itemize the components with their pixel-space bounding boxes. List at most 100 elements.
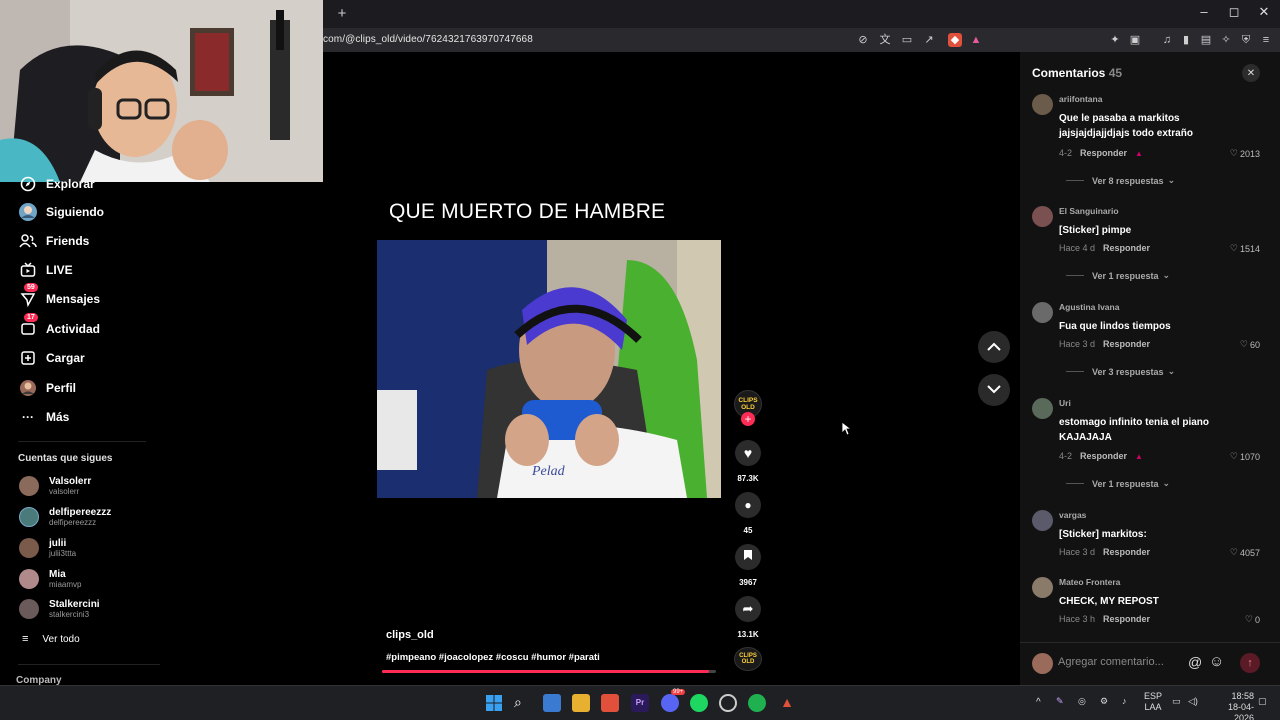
sidebar-item-explorar[interactable]: Explorar xyxy=(18,172,95,196)
url-text[interactable]: com/@clips_old/video/7624321763970747668 xyxy=(323,34,533,45)
reader-icon[interactable]: ▭ xyxy=(900,33,914,47)
share-icon[interactable]: ↗ xyxy=(922,33,936,47)
video-hashtags[interactable]: #pimpeano #joacolopez #coscu #humor #par… xyxy=(386,652,600,663)
sidebar-item-cargar[interactable]: Cargar xyxy=(18,346,85,370)
comment-like-button[interactable]: ♡ 2013 xyxy=(1230,148,1260,159)
brave-browser-icon[interactable] xyxy=(601,694,619,712)
comment-username[interactable]: Agustina Ivana xyxy=(1059,302,1119,312)
previous-video-button[interactable] xyxy=(978,331,1010,363)
comment-button[interactable]: ● xyxy=(735,492,761,518)
see-all-button[interactable]: ≡ Ver todo xyxy=(22,633,80,645)
followed-account[interactable]: julii julii3ttta xyxy=(19,534,76,562)
sidebar-toggle-icon[interactable]: ▮ xyxy=(1179,33,1193,47)
reply-button[interactable]: Responder xyxy=(1103,243,1150,253)
screenshot-icon[interactable]: ▣ xyxy=(1128,33,1142,47)
comment-like-button[interactable]: ♡ 4057 xyxy=(1230,547,1260,558)
menu-icon[interactable]: ≡ xyxy=(1259,33,1273,47)
vpn-icon[interactable]: ⛨ xyxy=(1239,33,1253,47)
reply-button[interactable]: Responder xyxy=(1080,148,1127,158)
leo-icon[interactable]: ✧ xyxy=(1219,33,1233,47)
comment-username[interactable]: Mateo Frontera xyxy=(1059,577,1120,587)
sidebar-item-mas[interactable]: ··· Más xyxy=(18,405,69,429)
network-icon[interactable]: ▭ xyxy=(1172,696,1181,707)
reply-button[interactable]: Responder xyxy=(1103,614,1150,624)
comment-username[interactable]: Uri xyxy=(1059,398,1071,408)
sound-disc-logo[interactable]: CLIPS OLD xyxy=(734,647,762,671)
view-replies-button[interactable]: Ver 8 respuestas ⌄ xyxy=(1066,175,1175,186)
avatar[interactable] xyxy=(1032,577,1053,598)
sidebar-item-actividad[interactable]: 17 Actividad xyxy=(18,313,100,341)
spotify-icon[interactable] xyxy=(690,694,708,712)
sidebar-item-perfil[interactable]: Perfil xyxy=(18,376,76,400)
sidebar-item-friends[interactable]: Friends xyxy=(18,229,89,253)
music-icon[interactable]: ♫ xyxy=(1160,33,1174,47)
share-button[interactable]: ➦ xyxy=(735,596,761,622)
notifications-icon[interactable]: ▢ xyxy=(1258,696,1267,707)
obs-icon[interactable] xyxy=(719,694,737,712)
sidebar-item-mensajes[interactable]: 59 Mensajes xyxy=(18,283,100,311)
clock[interactable]: 18:58 18-04-2026 xyxy=(1210,691,1254,720)
comment-username[interactable]: vargas xyxy=(1059,510,1086,520)
avatar[interactable] xyxy=(1032,302,1053,323)
view-replies-button[interactable]: Ver 1 respuesta ⌄ xyxy=(1066,478,1170,489)
comment-like-button[interactable]: ♡ 1070 xyxy=(1230,451,1260,462)
wallet-icon[interactable]: ▤ xyxy=(1199,33,1213,47)
comment-like-button[interactable]: ♡ 0 xyxy=(1245,614,1260,625)
followed-account[interactable]: Valsolerr valsolerr xyxy=(19,472,91,500)
translate-icon[interactable]: 文 xyxy=(878,33,892,47)
sidebar-item-siguiendo[interactable]: Siguiendo xyxy=(18,200,104,224)
avatar[interactable] xyxy=(1032,94,1053,115)
language-indicator[interactable]: ESP LAA xyxy=(1144,691,1162,713)
close-window-button[interactable]: ✕ xyxy=(1252,4,1276,20)
tray-pen-icon[interactable]: ✎ xyxy=(1056,696,1064,707)
reply-button[interactable]: Responder xyxy=(1080,451,1127,461)
like-button[interactable]: ♥ xyxy=(735,440,761,466)
reply-button[interactable]: Responder xyxy=(1103,547,1150,557)
avatar[interactable] xyxy=(1032,206,1053,227)
windows-start-icon[interactable] xyxy=(485,694,503,712)
brave-rewards-icon[interactable]: ▲ xyxy=(969,33,983,47)
eye-off-icon[interactable]: ⊘ xyxy=(856,33,870,47)
volume-icon[interactable]: ◁) xyxy=(1188,696,1198,707)
followed-account[interactable]: Stalkercini stalkercini3 xyxy=(19,595,100,623)
next-video-button[interactable] xyxy=(978,374,1010,406)
headset-icon[interactable]: ◎ xyxy=(1078,696,1086,707)
app-icon[interactable] xyxy=(748,694,766,712)
logo-text: CLIPS xyxy=(738,397,758,404)
tray-overflow-icon[interactable]: ^ xyxy=(1036,697,1041,708)
maximize-button[interactable]: ◻ xyxy=(1222,4,1246,20)
avatar[interactable] xyxy=(1032,510,1053,531)
sidebar-item-live[interactable]: LIVE xyxy=(18,258,73,282)
warning-app-icon[interactable]: ▲ xyxy=(778,694,796,712)
premiere-icon[interactable]: Pr xyxy=(631,694,649,712)
brave-shield-icon[interactable]: ◆ xyxy=(948,33,962,47)
new-tab-button[interactable]: + xyxy=(334,5,350,22)
reply-button[interactable]: Responder xyxy=(1103,339,1150,349)
mention-icon[interactable]: @ xyxy=(1188,654,1202,670)
comment-username[interactable]: El Sanguinario xyxy=(1059,206,1119,216)
file-explorer-icon[interactable] xyxy=(572,694,590,712)
emoji-icon[interactable]: ☺ xyxy=(1209,653,1224,670)
view-replies-button[interactable]: Ver 1 respuesta ⌄ xyxy=(1066,270,1170,281)
discord-icon[interactable]: 99+ xyxy=(661,689,686,712)
photos-icon[interactable] xyxy=(543,694,561,712)
video-progress-bar[interactable] xyxy=(382,670,716,673)
view-replies-button[interactable]: Ver 3 respuestas ⌄ xyxy=(1066,366,1175,377)
save-button[interactable] xyxy=(735,544,761,570)
followed-account[interactable]: delfipereezzz delfipereezzz xyxy=(19,503,111,531)
followed-account[interactable]: Mia miaamvp xyxy=(19,565,81,593)
minimize-button[interactable]: – xyxy=(1192,4,1216,19)
follow-plus-button[interactable]: + xyxy=(741,412,755,426)
extensions-icon[interactable]: ✦ xyxy=(1108,33,1122,47)
avatar[interactable] xyxy=(1032,398,1053,419)
microphone-icon[interactable]: ♪ xyxy=(1122,696,1127,706)
comment-like-button[interactable]: ♡ 60 xyxy=(1240,339,1260,350)
comment-like-button[interactable]: ♡ 1514 xyxy=(1230,243,1260,254)
send-comment-button[interactable]: ↑ xyxy=(1240,653,1260,673)
close-comments-button[interactable]: ✕ xyxy=(1242,64,1260,82)
creator-name[interactable]: clips_old xyxy=(386,629,434,641)
video-player[interactable]: Pelad xyxy=(377,240,721,498)
steam-icon[interactable]: ⚙ xyxy=(1100,696,1108,707)
search-icon[interactable]: ⌕ xyxy=(514,694,532,712)
comment-username[interactable]: ariifontana xyxy=(1059,94,1102,104)
